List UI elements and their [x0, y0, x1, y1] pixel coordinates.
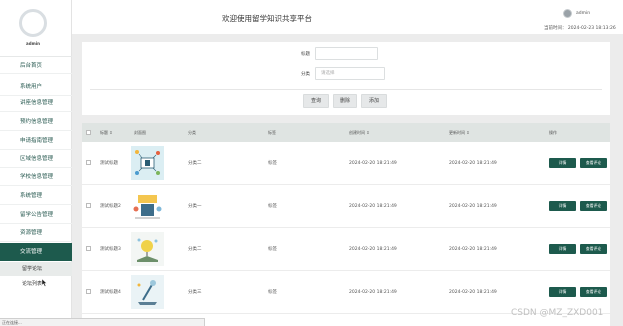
avatar [19, 9, 47, 37]
row-updated: 2024-02-20 18:21:49 [449, 247, 497, 252]
row-tag: 标签 [268, 247, 277, 252]
sidebar-item-exchange[interactable]: 交流管理 [0, 243, 72, 261]
sidebar-item-schools[interactable]: 学校信息管理 [0, 168, 72, 186]
row-title: 测试标题3 [100, 247, 121, 252]
view-comments-button[interactable]: 查看评论 [580, 201, 607, 211]
row-checkbox[interactable] [86, 246, 91, 251]
cover-image [131, 275, 164, 309]
sidebar-subitem-forum-list[interactable]: 论坛列表 [0, 277, 72, 291]
header-updated[interactable]: 更新时间 ⇕ [449, 123, 470, 142]
row-category: 分类三 [188, 290, 202, 295]
delete-button[interactable]: 删除 [333, 94, 357, 108]
detail-button[interactable]: 详情 [549, 201, 576, 211]
title-label: 标题 [301, 52, 310, 57]
row-checkbox[interactable] [86, 203, 91, 208]
top-header: 欢迎使用留学知识共享平台 admin 当前时间： 2024-02-23 18:1… [72, 0, 623, 34]
table-header: 标题 ⇕ 封面图 分类 标签 创建时间 ⇕ 更新时间 ⇕ 操作 [82, 123, 610, 142]
row-created: 2024-02-20 18:21:49 [349, 247, 397, 252]
header-tag: 标签 [268, 130, 276, 135]
sidebar-subitem-forum[interactable]: 留学论坛 [0, 262, 72, 276]
watermark: CSDN @MZ_ZXD001 [511, 308, 604, 318]
sidebar-item-regions[interactable]: 区域信息管理 [0, 150, 72, 168]
header-action: 操作 [549, 130, 557, 135]
row-tag: 标签 [268, 161, 277, 166]
cover-image [131, 189, 164, 223]
title-search-input[interactable] [315, 47, 378, 60]
page-title: 欢迎使用留学知识共享平台 [222, 14, 312, 23]
search-panel: 标题 分类 请选择 查询 删除 添加 [82, 42, 610, 115]
row-category: 分类一 [188, 204, 202, 209]
row-category: 分类二 [188, 161, 202, 166]
row-updated: 2024-02-20 18:21:49 [449, 204, 497, 209]
sidebar-item-home[interactable]: 后台首页 [0, 56, 72, 74]
detail-button[interactable]: 详情 [549, 158, 576, 168]
sidebar-item-guides[interactable]: 申请指南管理 [0, 132, 72, 150]
sidebar-item-resources[interactable]: 资源管理 [0, 224, 72, 242]
sidebar: admin 后台首页 系统用户 讲座信息管理 预约信息管理 申请指南管理 区域信… [0, 0, 72, 326]
row-checkbox[interactable] [86, 289, 91, 294]
detail-button[interactable]: 详情 [549, 287, 576, 297]
header-category: 分类 [188, 130, 196, 135]
table-row: 测试标题 分类二 标签 2024-02-20 18:21:49 2024-02-… [82, 142, 610, 185]
sidebar-item-appointments[interactable]: 预约信息管理 [0, 113, 72, 131]
table-row: 测试标题3 分类二 标签 2024-02-20 18:21:49 2024-02… [82, 228, 610, 271]
user-avatar-icon[interactable] [563, 9, 572, 18]
sidebar-item-announcements[interactable]: 留学公告管理 [0, 206, 72, 224]
search-divider [90, 89, 602, 90]
browser-status-bar: 正在连接... [0, 318, 205, 326]
sidebar-item-lectures[interactable]: 讲座信息管理 [0, 94, 72, 112]
row-title: 测试标题 [100, 161, 118, 166]
query-button[interactable]: 查询 [303, 94, 329, 108]
view-comments-button[interactable]: 查看评论 [580, 158, 607, 168]
row-category: 分类二 [188, 247, 202, 252]
row-created: 2024-02-20 18:21:49 [349, 290, 397, 295]
row-title: 测试标题2 [100, 204, 121, 209]
select-all-checkbox[interactable] [86, 130, 91, 135]
category-label: 分类 [301, 72, 310, 77]
row-title: 测试标题4 [100, 290, 121, 295]
add-button[interactable]: 添加 [361, 94, 387, 108]
table-row: 测试标题2 分类一 标签 2024-02-20 18:21:49 2024-02… [82, 185, 610, 228]
row-updated: 2024-02-20 18:21:49 [449, 290, 497, 295]
row-created: 2024-02-20 18:21:49 [349, 161, 397, 166]
sidebar-item-system[interactable]: 系统管理 [0, 187, 72, 205]
row-updated: 2024-02-20 18:21:49 [449, 161, 497, 166]
header-cover: 封面图 [134, 130, 146, 135]
cover-image [131, 146, 164, 180]
mouse-pointer-icon [41, 279, 47, 287]
cover-image [131, 232, 164, 266]
row-tag: 标签 [268, 290, 277, 295]
row-tag: 标签 [268, 204, 277, 209]
header-user-name[interactable]: admin [576, 11, 590, 16]
current-time: 当前时间： 2024-02-23 18:13:26 [544, 26, 616, 31]
view-comments-button[interactable]: 查看评论 [580, 244, 607, 254]
view-comments-button[interactable]: 查看评论 [580, 287, 607, 297]
header-title[interactable]: 标题 ⇕ [100, 123, 113, 142]
detail-button[interactable]: 详情 [549, 244, 576, 254]
forum-table: 标题 ⇕ 封面图 分类 标签 创建时间 ⇕ 更新时间 ⇕ 操作 测试标题 分类二… [82, 123, 610, 326]
category-select[interactable]: 请选择 [315, 67, 385, 80]
sidebar-admin-name: admin [26, 41, 40, 46]
main-content: 标题 分类 请选择 查询 删除 添加 标题 ⇕ 封面图 分类 标签 创建时间 ⇕… [72, 34, 623, 326]
header-created[interactable]: 创建时间 ⇕ [349, 123, 370, 142]
row-created: 2024-02-20 18:21:49 [349, 204, 397, 209]
row-checkbox[interactable] [86, 160, 91, 165]
